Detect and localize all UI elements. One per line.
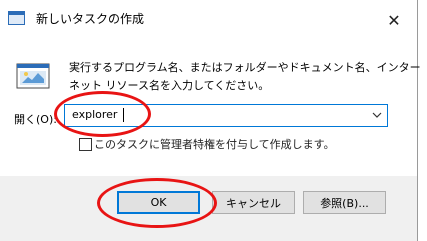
description: 実行するプログラム名、またはフォルダーやドキュメント名、インター ネット リソー…	[69, 59, 421, 95]
app-icon	[8, 11, 25, 25]
run-program-icon	[16, 63, 50, 89]
open-label: 開く(O):	[14, 113, 57, 126]
title-bar: 新しいタスクの作成 ✕	[0, 0, 417, 40]
window-title: 新しいタスクの作成	[36, 12, 145, 26]
close-button[interactable]: ✕	[371, 0, 417, 40]
close-icon: ✕	[387, 10, 401, 30]
annotation-circle-ok	[97, 178, 217, 228]
cancel-button[interactable]: キャンセル	[212, 191, 295, 214]
create-task-dialog: 新しいタスクの作成 ✕ 実行するプログラム名、またはフォルダーやドキュメント名、…	[0, 0, 421, 241]
description-line-1: 実行するプログラム名、またはフォルダーやドキュメント名、インター	[69, 61, 421, 74]
admin-checkbox-label: このタスクに管理者特権を付与して作成します。	[94, 138, 335, 151]
browse-button[interactable]: 参照(B)...	[303, 191, 386, 214]
annotation-circle-input	[54, 91, 151, 137]
admin-checkbox[interactable]	[79, 138, 92, 151]
chevron-down-icon[interactable]	[370, 108, 384, 122]
